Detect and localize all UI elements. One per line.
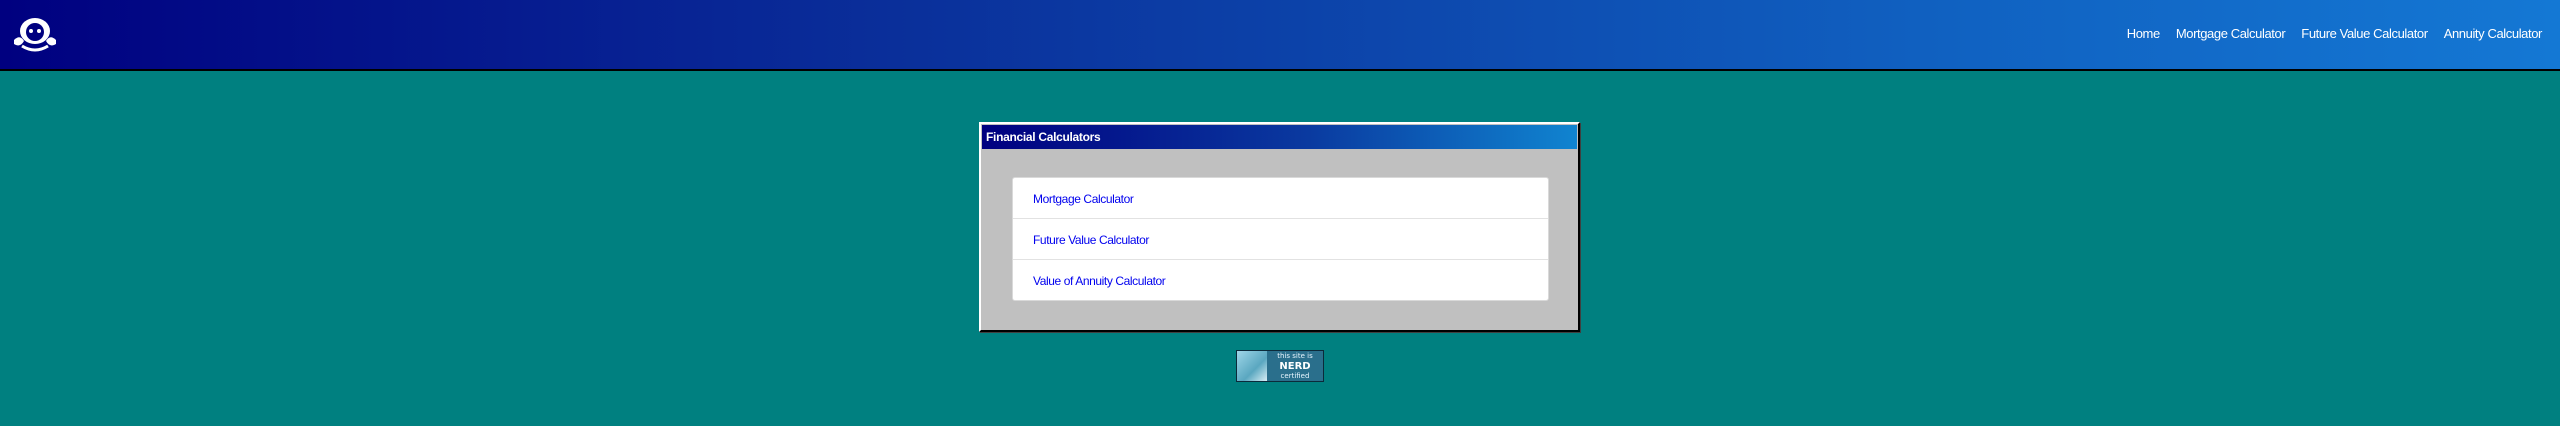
window-title: Financial Calculators [986,130,1101,144]
mascot-logo-icon[interactable] [10,14,60,54]
annuity-calculator-link[interactable]: Value of Annuity Calculator [1033,274,1166,288]
nav-links: Home Mortgage Calculator Future Value Ca… [2127,26,2543,41]
nerd-certified-badge[interactable]: this site is NERD certified [1236,350,1324,382]
mortgage-calculator-link[interactable]: Mortgage Calculator [1033,192,1134,206]
window-title-bar: Financial Calculators [982,125,1577,149]
financial-calculators-window: Financial Calculators Mortgage Calculato… [979,122,1580,332]
nav-home-link[interactable]: Home [2127,26,2160,41]
list-item: Value of Annuity Calculator [1013,260,1548,301]
badge-text: this site is NERD certified [1267,351,1323,381]
badge-character-image [1237,351,1267,381]
calculator-list: Mortgage Calculator Future Value Calcula… [1012,177,1549,301]
future-value-calculator-link[interactable]: Future Value Calculator [1033,233,1149,247]
nav-future-value-calculator-link[interactable]: Future Value Calculator [2301,26,2428,41]
nav-annuity-calculator-link[interactable]: Annuity Calculator [2444,26,2543,41]
top-navbar: Home Mortgage Calculator Future Value Ca… [0,0,2560,71]
badge-line-3: certified [1280,372,1310,380]
list-item: Mortgage Calculator [1013,178,1548,219]
badge-line-2: NERD [1279,361,1311,372]
nav-mortgage-calculator-link[interactable]: Mortgage Calculator [2176,26,2286,41]
badge-line-1: this site is [1277,352,1313,360]
list-item: Future Value Calculator [1013,219,1548,260]
